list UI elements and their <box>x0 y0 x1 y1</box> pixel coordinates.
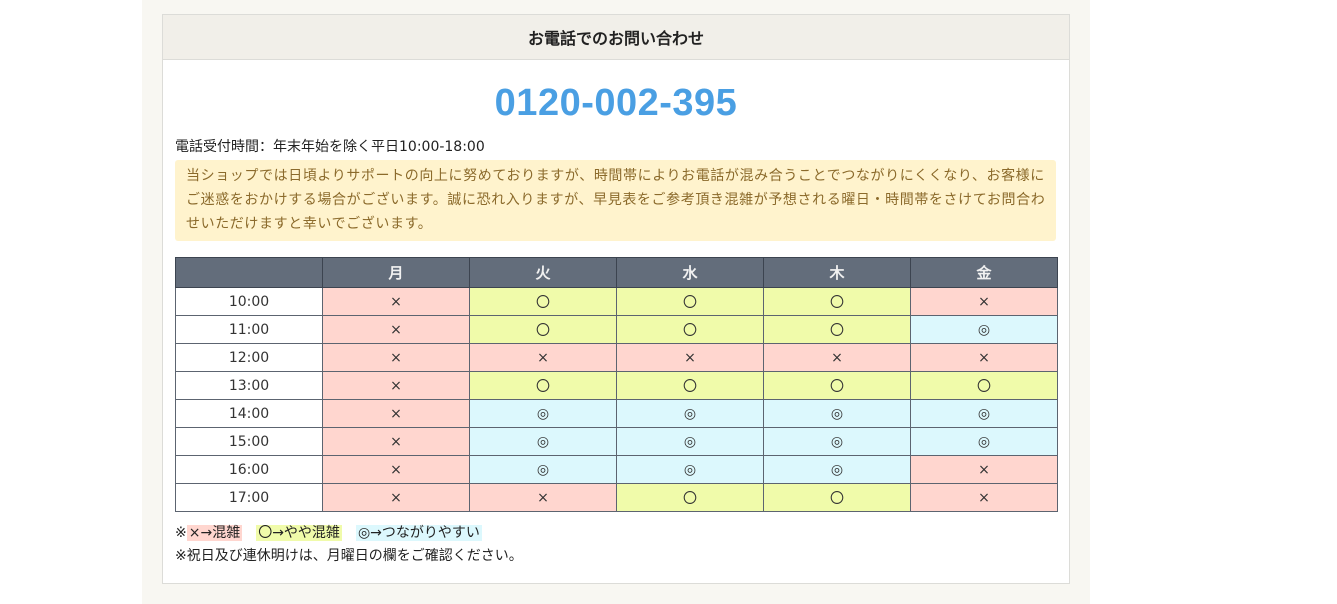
legend-easy: ◎→つながりやすい <box>355 525 482 541</box>
legend-busy: ×→混雑 <box>186 525 243 541</box>
header-day-1: 月 <box>322 257 470 288</box>
status-cell-busy: × <box>910 455 1058 484</box>
status-cell-busy: × <box>322 343 470 372</box>
status-cell-easy: ◎ <box>469 455 617 484</box>
status-cell-mid: 〇 <box>910 371 1058 400</box>
panel-title: お電話でのお問い合わせ <box>163 15 1069 60</box>
status-cell-easy: ◎ <box>763 455 911 484</box>
phone-number[interactable]: 0120-002-395 <box>163 80 1069 126</box>
table-row: 15:00 × ◎ ◎ ◎ ◎ <box>175 427 1058 456</box>
status-cell-mid: 〇 <box>469 315 617 344</box>
status-cell-easy: ◎ <box>616 399 764 428</box>
status-cell-mid: 〇 <box>616 315 764 344</box>
header-day-5: 金 <box>910 257 1058 288</box>
header-day-2: 火 <box>469 257 617 288</box>
table-row: 10:00 × 〇〇〇 × <box>175 287 1058 316</box>
legend: ※ ×→混雑 〇→やや混雑 ◎→つながりやすい <box>175 522 1069 544</box>
status-cell-mid: 〇 <box>469 287 617 316</box>
status-cell-busy: × <box>763 343 911 372</box>
status-cell-busy: × <box>322 399 470 428</box>
status-cell-busy: × <box>322 427 470 456</box>
status-cell-easy: ◎ <box>469 399 617 428</box>
status-cell-mid: 〇 <box>616 483 764 512</box>
status-cell-busy: × <box>910 483 1058 512</box>
status-cell-busy: × <box>322 483 470 512</box>
status-cell-mid: 〇 <box>763 371 911 400</box>
table-row: 11:00 × 〇〇〇 ◎ <box>175 315 1058 344</box>
reception-hours: 電話受付時間：年末年始を除く平日10:00-18:00 <box>175 139 485 155</box>
time-cell: 11:00 <box>175 315 323 344</box>
status-cell-easy: ◎ <box>763 399 911 428</box>
header-time-cell <box>175 257 323 288</box>
congestion-table: 月火水木金 10:00 × 〇〇〇 × 11:00 × 〇〇〇 ◎ 12:00 × × × × × 13:0… <box>175 257 1058 512</box>
time-cell: 16:00 <box>175 455 323 484</box>
table-row: 12:00 × × × × × <box>175 343 1058 372</box>
time-cell: 15:00 <box>175 427 323 456</box>
status-cell-easy: ◎ <box>763 427 911 456</box>
status-cell-easy: ◎ <box>910 315 1058 344</box>
legend-mid: 〇→やや混雑 <box>256 525 342 541</box>
status-cell-easy: ◎ <box>616 427 764 456</box>
header-day-4: 木 <box>763 257 911 288</box>
status-cell-busy: × <box>910 287 1058 316</box>
status-cell-busy: × <box>322 371 470 400</box>
time-cell: 12:00 <box>175 343 323 372</box>
status-cell-mid: 〇 <box>469 371 617 400</box>
time-cell: 10:00 <box>175 287 323 316</box>
table-row: 17:00 × × 〇〇 × <box>175 483 1058 512</box>
time-cell: 13:00 <box>175 371 323 400</box>
status-cell-busy: × <box>322 315 470 344</box>
status-cell-busy: × <box>910 343 1058 372</box>
table-row: 16:00 × ◎ ◎ ◎ × <box>175 455 1058 484</box>
status-cell-busy: × <box>322 287 470 316</box>
table-body: 10:00 × 〇〇〇 × 11:00 × 〇〇〇 ◎ 12:00 × × × × × 13:00 × 〇〇〇〇… <box>175 287 1058 512</box>
legend-prefix: ※ <box>175 525 187 541</box>
status-cell-easy: ◎ <box>910 399 1058 428</box>
congestion-notice: 当ショップでは日頃よりサポートの向上に努めておりますが、時間帯によりお電話が混み… <box>175 160 1056 241</box>
status-cell-busy: × <box>322 455 470 484</box>
status-cell-easy: ◎ <box>616 455 764 484</box>
holiday-footnote: ※祝日及び連休明けは、月曜日の欄をご確認ください。 <box>175 548 523 564</box>
header-day-3: 水 <box>616 257 764 288</box>
table-row: 14:00 × ◎ ◎ ◎ ◎ <box>175 399 1058 428</box>
time-cell: 14:00 <box>175 399 323 428</box>
status-cell-easy: ◎ <box>469 427 617 456</box>
table-row: 13:00 × 〇〇〇〇 <box>175 371 1058 400</box>
status-cell-mid: 〇 <box>763 483 911 512</box>
table-header-row: 月火水木金 <box>175 257 1058 288</box>
status-cell-easy: ◎ <box>910 427 1058 456</box>
status-cell-mid: 〇 <box>616 287 764 316</box>
time-cell: 17:00 <box>175 483 323 512</box>
status-cell-busy: × <box>469 343 617 372</box>
contact-panel: お電話でのお問い合わせ 0120-002-395 電話受付時間：年末年始を除く平… <box>162 14 1070 584</box>
status-cell-busy: × <box>616 343 764 372</box>
status-cell-mid: 〇 <box>616 371 764 400</box>
status-cell-busy: × <box>469 483 617 512</box>
status-cell-mid: 〇 <box>763 315 911 344</box>
status-cell-mid: 〇 <box>763 287 911 316</box>
page-background: お電話でのお問い合わせ 0120-002-395 電話受付時間：年末年始を除く平… <box>142 0 1090 604</box>
